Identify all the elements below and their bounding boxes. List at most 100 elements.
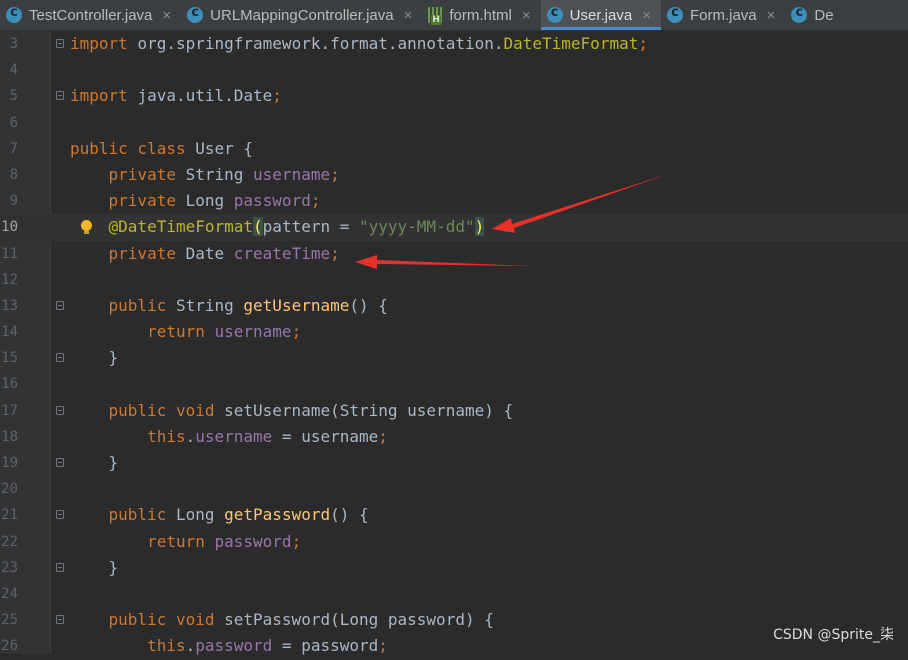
code-line[interactable]: 13 public String getUsername() { (0, 293, 908, 319)
code-text: return password; (70, 529, 301, 555)
fold-toggle-icon[interactable] (56, 405, 64, 415)
code-token: ; (291, 322, 302, 342)
code-token: return (70, 322, 215, 342)
line-number: 24 (1, 585, 18, 602)
code-token: String (185, 164, 254, 184)
line-number: 22 (1, 533, 18, 550)
tab-user-java[interactable]: User.java × (540, 0, 662, 30)
code-line[interactable]: 20 (0, 476, 908, 502)
code-token: public void (70, 400, 225, 420)
fold-toggle-icon[interactable] (56, 39, 64, 48)
code-line[interactable]: 24 (0, 581, 908, 607)
code-line[interactable]: 21 public Long getPassword() { (0, 502, 908, 528)
java-class-icon (6, 5, 22, 23)
close-icon[interactable]: × (642, 7, 651, 24)
close-icon[interactable]: × (162, 7, 171, 24)
line-number: 11 (1, 245, 18, 262)
tab-label: De (814, 6, 834, 24)
code-line[interactable]: 3 import org.springframework.format.annot… (0, 31, 908, 57)
code-line[interactable]: 11 private Date createTime; (0, 241, 908, 267)
code-line[interactable]: 5 import java.util.Date; (0, 83, 908, 109)
code-token: username (195, 426, 273, 446)
fold-toggle-icon[interactable] (56, 353, 64, 363)
tab-testcontroller-java[interactable]: TestController.java × (0, 0, 181, 30)
code-line[interactable]: 9 private Long password; (0, 188, 908, 214)
close-icon[interactable]: × (767, 7, 776, 24)
fold-toggle-icon[interactable] (56, 458, 64, 467)
fold-toggle-icon[interactable] (56, 510, 64, 520)
code-line[interactable]: 18 this.username = username; (0, 424, 908, 450)
code-token: ) (474, 217, 485, 237)
code-token: . (185, 636, 196, 656)
code-token: ; (330, 243, 340, 263)
line-number: 7 (9, 140, 18, 157)
code-token: (String username) { (330, 400, 514, 420)
code-line[interactable]: 22 return password; (0, 529, 908, 555)
code-token: public void (70, 610, 225, 630)
code-token: = username (272, 426, 379, 446)
code-token: Long (175, 505, 225, 525)
java-class-icon (666, 5, 683, 23)
code-line[interactable]: 4 (0, 57, 908, 83)
close-icon[interactable]: × (404, 7, 413, 24)
fold-toggle-icon[interactable] (56, 615, 64, 625)
close-icon[interactable]: × (522, 7, 531, 24)
code-token: ; (378, 636, 388, 656)
code-token: getUsername (243, 295, 350, 315)
code-token: setUsername (224, 400, 331, 420)
code-token: DateTimeFormat (503, 34, 639, 53)
code-line[interactable]: 14 return username; (0, 319, 908, 345)
java-class-icon (546, 5, 563, 23)
tab-form-html[interactable]: form.html × (422, 0, 540, 30)
code-line[interactable]: 25 public void setPassword(Long password… (0, 607, 908, 633)
line-number: 4 (9, 62, 18, 79)
code-token: } (70, 453, 119, 472)
code-token: Date (185, 243, 234, 263)
code-text: public void setPassword(Long password) { (70, 607, 494, 633)
code-token: ; (272, 86, 282, 106)
code-line[interactable]: 23 } (0, 555, 908, 581)
code-token: password (195, 636, 273, 656)
code-text: @DateTimeFormat(pattern = "yyyy-MM-dd") (70, 214, 485, 240)
code-line[interactable]: 26 this.password = password; (0, 633, 908, 659)
code-token: createTime (233, 243, 331, 263)
fold-toggle-icon[interactable] (56, 562, 64, 572)
code-token: = password (272, 636, 379, 656)
code-text: public String getUsername() { (70, 293, 388, 319)
tab-de[interactable]: De (785, 0, 843, 30)
code-line[interactable]: 7 public class User { (0, 136, 908, 162)
code-line[interactable]: 6 (0, 110, 908, 136)
code-text: } (70, 450, 119, 476)
line-number: 5 (9, 88, 18, 105)
code-line[interactable]: 10 @DateTimeFormat(pattern = "yyyy-MM-dd… (0, 214, 908, 241)
code-token: } (70, 348, 119, 368)
fold-toggle-icon[interactable] (56, 300, 64, 310)
code-token: ; (330, 164, 340, 184)
code-token: username (214, 322, 292, 342)
fold-toggle-icon[interactable] (56, 91, 64, 101)
tab-urlmappingcontroller-java[interactable]: URLMappingController.java × (181, 0, 422, 30)
code-token: setPassword (224, 610, 331, 630)
code-token: public (70, 295, 176, 315)
code-text: } (70, 345, 119, 371)
code-line[interactable]: 17 public void setUsername(String userna… (0, 398, 908, 424)
code-line[interactable]: 15 } (0, 345, 908, 371)
code-token: ; (378, 426, 388, 446)
code-text: import java.util.Date; (70, 83, 282, 109)
code-token: import (70, 86, 138, 106)
code-editor[interactable]: 3 import org.springframework.format.annot… (0, 31, 908, 660)
code-text: public void setUsername(String username)… (70, 398, 514, 424)
java-class-icon (791, 5, 808, 23)
code-line[interactable]: 12 (0, 267, 908, 293)
code-token: getPassword (224, 505, 331, 525)
code-line[interactable]: 16 (0, 371, 908, 397)
code-token: ; (291, 531, 302, 551)
code-token: () { (330, 505, 369, 525)
code-token: } (70, 557, 119, 577)
code-token: this (70, 636, 186, 656)
line-number: 17 (1, 402, 18, 419)
code-line[interactable]: 8 private String username; (0, 162, 908, 188)
code-line[interactable]: 19 } (0, 450, 908, 476)
tab-form-java[interactable]: Form.java × (661, 0, 785, 30)
code-text: public class User { (70, 136, 253, 162)
